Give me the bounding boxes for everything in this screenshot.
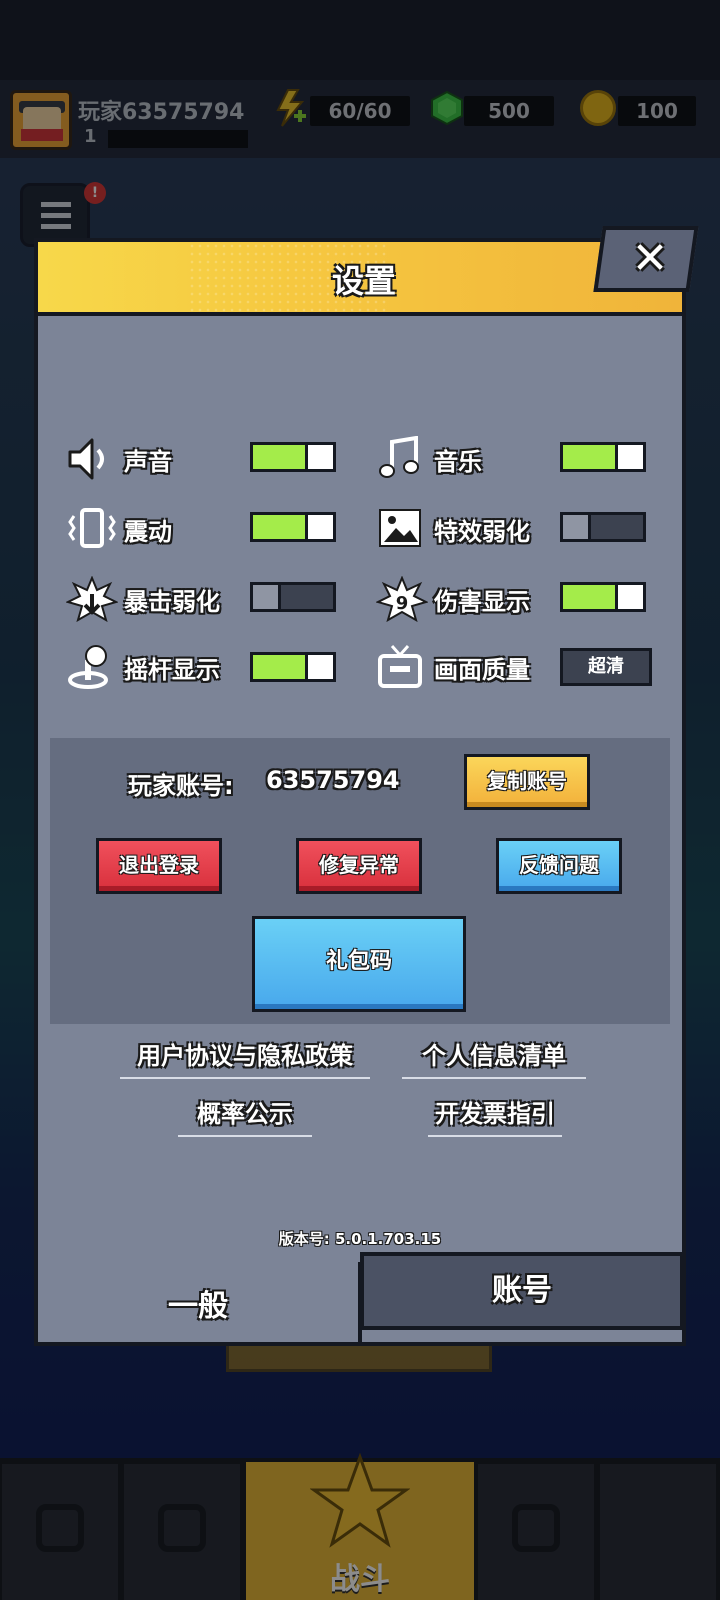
repair-button[interactable]: 修复异常 (296, 838, 422, 894)
music-label: 音乐 (434, 448, 482, 476)
music-toggle[interactable] (560, 442, 646, 472)
critical-burst-icon (66, 576, 118, 622)
close-icon[interactable]: ✕ (622, 236, 678, 282)
tab-account[interactable]: 账号 (360, 1252, 684, 1330)
damage-number: 9 (396, 593, 409, 614)
damage-number-icon: 9 (376, 576, 428, 622)
vibration-toggle[interactable] (250, 512, 336, 542)
joystick-label: 摇杆显示 (124, 656, 220, 684)
music-note-icon (379, 436, 419, 478)
settings-header: 设置 (34, 238, 686, 316)
speaker-icon (68, 438, 104, 480)
crit-reduce-toggle[interactable] (250, 582, 336, 612)
vibration-label: 震动 (124, 518, 172, 546)
sound-toggle[interactable] (250, 442, 336, 472)
invoice-guide-link[interactable]: 开发票指引 (428, 1094, 562, 1137)
copy-account-button[interactable]: 复制账号 (464, 754, 590, 810)
settings-title: 设置 (331, 262, 396, 300)
tv-icon (378, 645, 422, 688)
graphics-quality-select[interactable]: 超清 (560, 648, 652, 686)
account-id-label: 玩家账号: (128, 772, 234, 800)
graphics-quality-label: 画面质量 (434, 656, 530, 684)
vibrate-phone-icon (68, 508, 116, 548)
account-id-value: 63575794 (266, 766, 400, 794)
effects-reduce-label: 特效弱化 (434, 518, 530, 546)
sound-label: 声音 (124, 448, 172, 476)
agreement-link[interactable]: 用户协议与隐私政策 (120, 1036, 370, 1079)
logout-button[interactable]: 退出登录 (96, 838, 222, 894)
image-icon (379, 509, 421, 547)
gift-code-button[interactable]: 礼包码 (252, 916, 466, 1012)
tab-general[interactable]: 一般 (34, 1262, 362, 1346)
version-text: 版本号: 5.0.1.703.15 (278, 1230, 442, 1248)
crit-reduce-label: 暴击弱化 (124, 588, 220, 616)
joystick-icon (68, 645, 108, 689)
effects-reduce-toggle[interactable] (560, 512, 646, 542)
damage-display-label: 伤害显示 (434, 588, 530, 616)
damage-display-toggle[interactable] (560, 582, 646, 612)
personal-info-link[interactable]: 个人信息清单 (402, 1036, 586, 1079)
probability-link[interactable]: 概率公示 (178, 1094, 312, 1137)
feedback-button[interactable]: 反馈问题 (496, 838, 622, 894)
joystick-toggle[interactable] (250, 652, 336, 682)
